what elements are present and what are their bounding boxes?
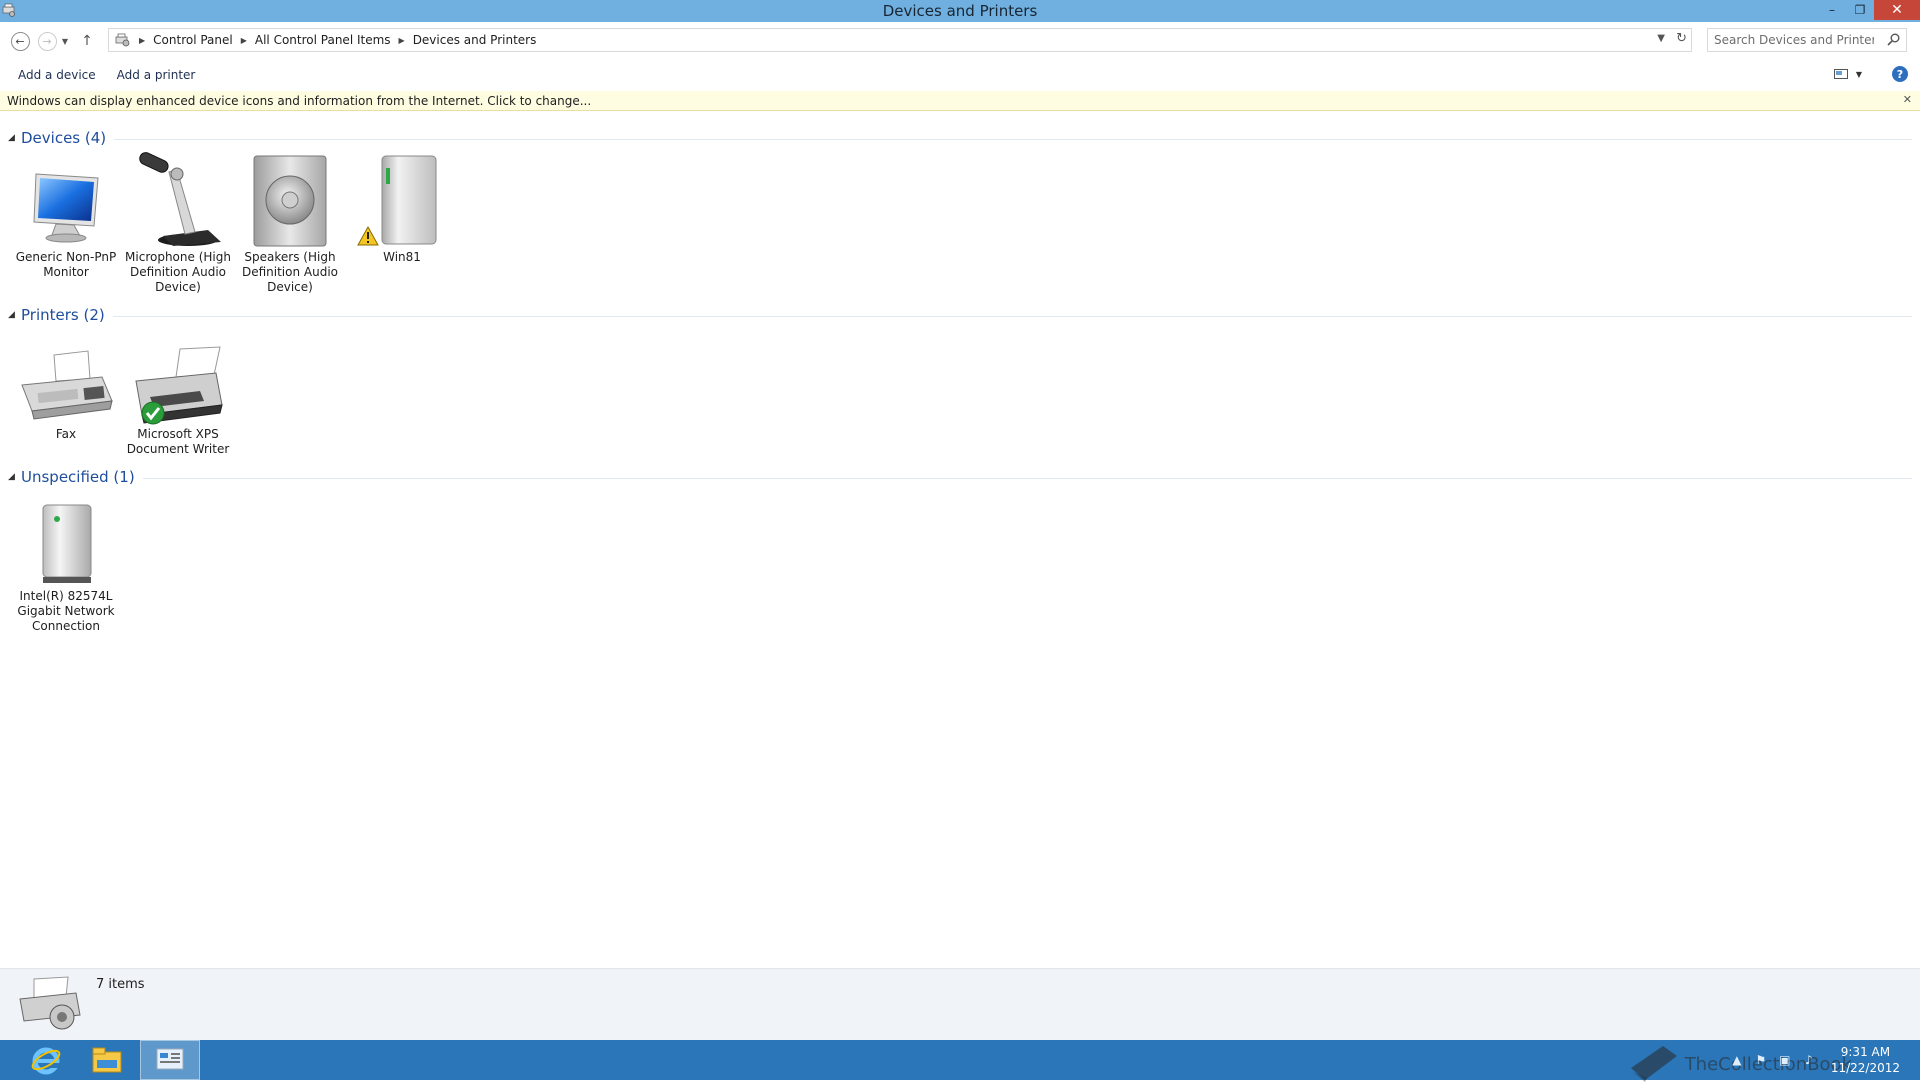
view-options-dropdown-icon[interactable]: ▼ [1856, 70, 1862, 79]
group-header-unspecified[interactable]: ◢ Unspecified (1) [8, 468, 1912, 486]
recent-locations-button[interactable]: ▼ [58, 30, 72, 52]
restore-button[interactable]: ❐ [1846, 0, 1874, 20]
help-icon[interactable]: ? [1892, 66, 1908, 82]
collapse-triangle-icon[interactable]: ◢ [8, 133, 21, 143]
navigation-bar: ← → ▼ ↑ ▶ Control Panel ▶ All Control Pa… [0, 26, 1920, 56]
view-controls: ▼ ? [1830, 66, 1920, 82]
refresh-icon[interactable]: ↻ [1676, 31, 1687, 46]
device-item-speakers[interactable]: Speakers (High Definition Audio Device) [235, 152, 345, 295]
warning-icon [357, 226, 379, 246]
unspecified-item-network[interactable]: Intel(R) 82574L Gigabit Network Connecti… [11, 491, 121, 634]
device-item-microphone[interactable]: Microphone (High Definition Audio Device… [123, 152, 233, 295]
up-button[interactable]: ↑ [76, 30, 98, 52]
back-button[interactable]: ← [9, 30, 31, 52]
clock-time: 9:31 AM [1840, 1045, 1891, 1059]
network-device-icon [42, 504, 92, 583]
info-bar[interactable]: Windows can display enhanced device icon… [0, 91, 1920, 111]
add-printer-button[interactable]: Add a printer [108, 64, 205, 86]
book-icon [1630, 1046, 1677, 1082]
group-title-unspecified: Unspecified (1) [21, 468, 135, 486]
control-panel-icon [156, 1048, 184, 1070]
network-icon[interactable]: ▣ [1775, 1050, 1795, 1070]
taskbar-control-panel[interactable] [140, 1040, 200, 1080]
collapse-triangle-icon[interactable]: ◢ [8, 310, 21, 320]
taskbar-internet-explorer[interactable] [16, 1040, 76, 1080]
window-title: Devices and Printers [882, 2, 1038, 20]
printer-item-fax[interactable]: Fax [11, 329, 121, 442]
view-icon [1833, 69, 1848, 79]
chevron-right-icon[interactable]: ▶ [241, 36, 247, 45]
info-bar-message[interactable]: Windows can display enhanced device icon… [7, 94, 591, 108]
collapse-triangle-icon[interactable]: ◢ [8, 472, 21, 482]
action-center-flag-icon[interactable]: ⚑ [1751, 1050, 1771, 1070]
show-hidden-icons-icon[interactable]: ▲ [1727, 1050, 1747, 1070]
close-button[interactable]: ✕ [1874, 0, 1920, 20]
forward-arrow-icon: → [37, 31, 57, 51]
clock[interactable]: 9:31 AM 11/22/2012 [1831, 1044, 1900, 1076]
change-view-button[interactable] [1830, 66, 1852, 82]
divider [112, 315, 1912, 317]
address-field[interactable]: ▶ Control Panel ▶ All Control Panel Item… [108, 28, 1692, 52]
up-arrow-icon: ↑ [81, 33, 93, 49]
group-title-devices: Devices (4) [21, 129, 107, 147]
device-label: Microphone (High Definition Audio Device… [125, 250, 231, 294]
internet-explorer-icon [31, 1047, 61, 1075]
close-icon[interactable]: ✕ [1903, 93, 1912, 106]
monitor-icon [33, 173, 99, 243]
control-panel-icon [115, 33, 130, 47]
speaker-icon [253, 155, 327, 247]
add-device-button[interactable]: Add a device [9, 64, 105, 86]
device-label: Generic Non-PnP Monitor [15, 250, 117, 279]
group-title-printers: Printers (2) [21, 306, 105, 324]
file-explorer-icon [92, 1047, 122, 1073]
command-bar: Add a device Add a printer ▼ ? [0, 62, 1920, 88]
device-label: Speakers (High Definition Audio Device) [241, 250, 339, 294]
divider [142, 477, 1912, 479]
search-input[interactable] [1714, 33, 1874, 47]
address-history-dropdown-icon[interactable]: ▼ [1657, 33, 1665, 44]
breadcrumb-control-panel[interactable]: Control Panel [153, 33, 233, 47]
devices-printers-app-icon[interactable] [2, 3, 16, 17]
window-controls: – ❐ ✕ [1818, 0, 1920, 20]
device-item-monitor[interactable]: Generic Non-PnP Monitor [11, 152, 121, 280]
back-arrow-icon: ← [10, 31, 30, 51]
devices-and-printers-icon [19, 976, 81, 1030]
volume-icon[interactable]: ♪ [1799, 1050, 1819, 1070]
clock-date: 11/22/2012 [1830, 1061, 1900, 1075]
divider [114, 138, 1912, 140]
microphone-icon [139, 152, 221, 246]
details-pane: 7 items [0, 968, 1920, 1040]
title-bar: Devices and Printers – ❐ ✕ [0, 0, 1920, 22]
default-printer-check-icon [141, 401, 165, 425]
device-label: Win81 [383, 250, 421, 264]
breadcrumb-all-items[interactable]: All Control Panel Items [255, 33, 391, 47]
printer-label: Microsoft XPS Document Writer [126, 427, 230, 456]
fax-icon [21, 350, 113, 420]
taskbar: TheCollectionBook ▲ ⚑ ▣ ♪ 9:31 AM 11/22/… [0, 1040, 1920, 1082]
printer-item-xps-writer[interactable]: Microsoft XPS Document Writer [123, 329, 233, 457]
chevron-right-icon[interactable]: ▶ [139, 36, 145, 45]
search-icon[interactable] [1887, 33, 1900, 46]
system-tray: ▲ ⚑ ▣ ♪ 9:31 AM 11/22/2012 [1723, 1044, 1900, 1076]
item-count: 7 items [96, 977, 145, 992]
printer-label: Fax [55, 427, 77, 441]
forward-button[interactable]: → [36, 30, 58, 52]
chevron-right-icon[interactable]: ▶ [399, 36, 405, 45]
search-box[interactable] [1707, 28, 1907, 52]
device-item-win81[interactable]: Win81 [347, 152, 457, 265]
device-label: Intel(R) 82574L Gigabit Network Connecti… [17, 589, 115, 633]
taskbar-file-explorer[interactable] [77, 1040, 137, 1080]
breadcrumb-devices-printers[interactable]: Devices and Printers [413, 33, 537, 47]
minimize-button[interactable]: – [1818, 0, 1846, 20]
chevron-down-icon: ▼ [61, 36, 69, 46]
group-header-devices[interactable]: ◢ Devices (4) [8, 129, 1912, 147]
group-header-printers[interactable]: ◢ Printers (2) [8, 306, 1912, 324]
